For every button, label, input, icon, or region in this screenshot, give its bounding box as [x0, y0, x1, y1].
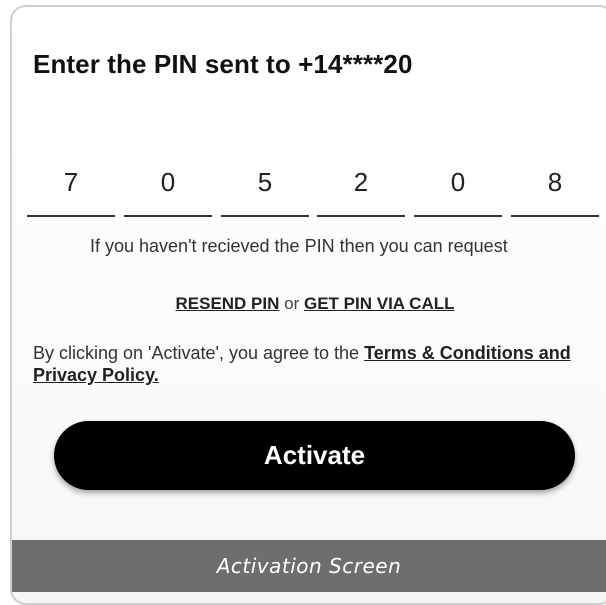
pin-digit-4[interactable]: 2	[317, 160, 405, 217]
terms-notice: By clicking on 'Activate', you agree to …	[33, 342, 603, 386]
screen-caption: Activation Screen	[12, 540, 606, 592]
pin-input-group: 7 0 5 2 0 8	[0, 160, 606, 220]
resend-options: RESEND PIN or GET PIN VIA CALL	[0, 294, 606, 314]
resend-pin-link[interactable]: RESEND PIN	[175, 294, 279, 313]
pin-digit-5[interactable]: 0	[414, 160, 502, 217]
or-separator: or	[284, 294, 300, 313]
activate-button[interactable]: Activate	[54, 421, 575, 490]
page-title: Enter the PIN sent to +14****20	[33, 49, 413, 79]
pin-digit-2[interactable]: 0	[124, 160, 212, 217]
pin-digit-1[interactable]: 7	[27, 160, 115, 217]
terms-prefix-text: By clicking on 'Activate', you agree to …	[33, 343, 365, 363]
pin-digit-6[interactable]: 8	[511, 160, 599, 217]
get-pin-via-call-link[interactable]: GET PIN VIA CALL	[304, 294, 455, 313]
pin-not-received-text: If you haven't recieved the PIN then you…	[90, 236, 508, 256]
pin-digit-3[interactable]: 5	[221, 160, 309, 217]
